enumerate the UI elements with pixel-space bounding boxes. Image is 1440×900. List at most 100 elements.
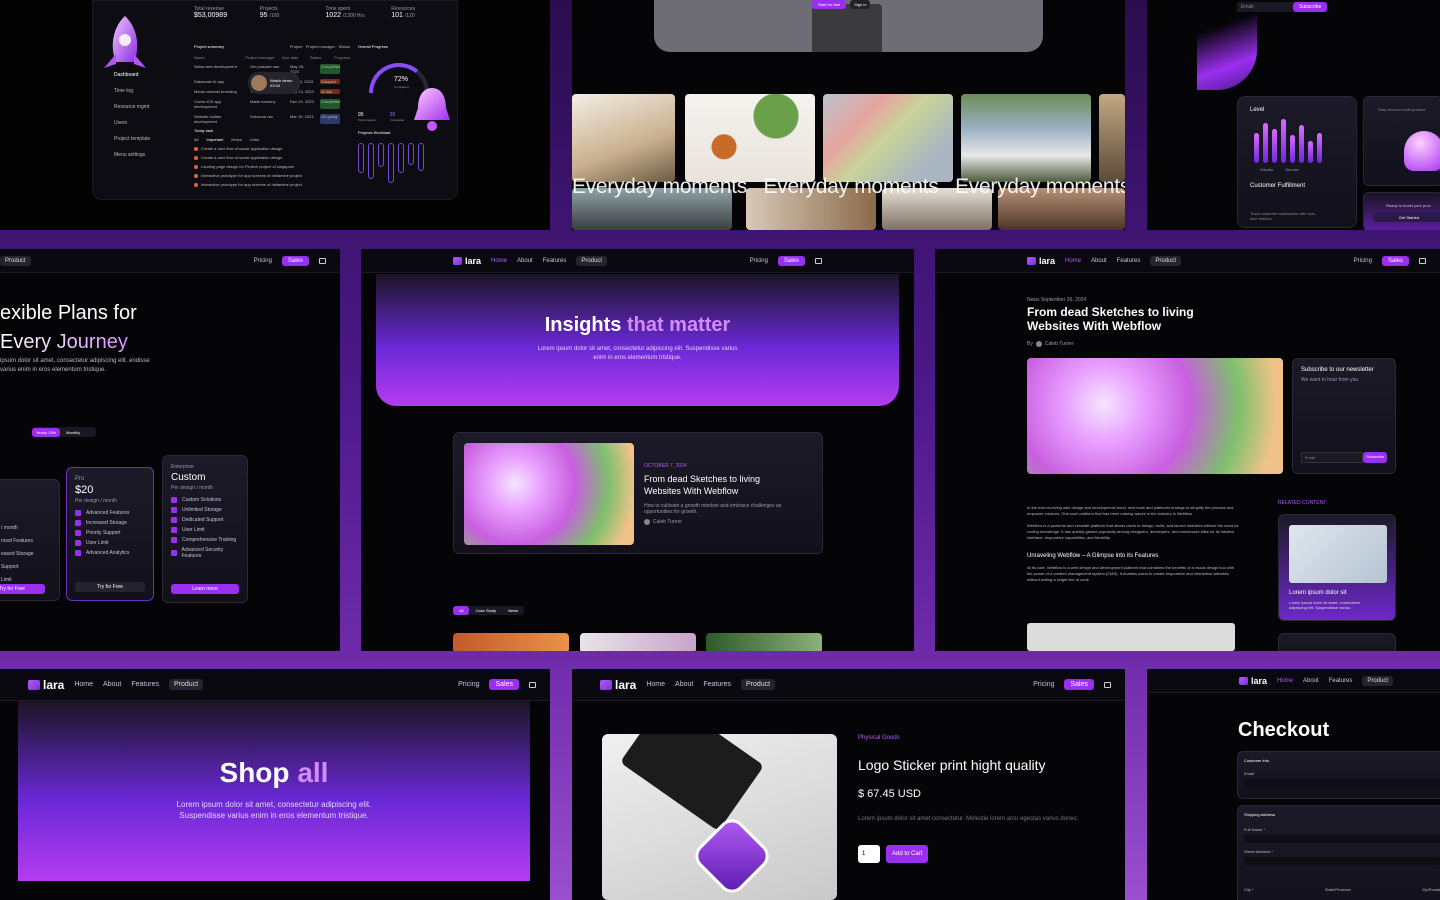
newsletter-email-input[interactable]: Email <box>1301 452 1364 463</box>
sales-button[interactable]: Sales <box>1064 679 1094 690</box>
projects-workload: Projects Workload <box>358 130 448 183</box>
sidebar-item-users[interactable]: Users <box>104 120 144 126</box>
sales-button[interactable]: Sales <box>1381 255 1409 266</box>
cart-icon[interactable] <box>815 257 822 264</box>
table-row[interactable]: Corlax iOS app development Matte hannery D… <box>194 99 350 109</box>
street-field[interactable] <box>1244 857 1440 865</box>
task-item[interactable]: Create a user flow of social application… <box>194 155 350 160</box>
nav-pricing[interactable]: Pricing <box>1354 258 1372 264</box>
sales-button[interactable]: Sales <box>777 255 805 266</box>
nav-home[interactable]: Home <box>74 681 93 688</box>
demo-tooltip[interactable]: Watch demo 03:34 <box>248 72 300 94</box>
cart-icon[interactable] <box>319 257 326 264</box>
plan-feature: Advanced Features <box>75 510 145 516</box>
quantity-input[interactable]: 1 <box>858 845 880 863</box>
product-menu[interactable]: Product <box>1150 255 1182 266</box>
stat-projects: Projects 95 /100 <box>259 6 280 19</box>
project-name: Nelsa web development <box>194 64 237 69</box>
pricing-sub: ipsum dolor sit amet, consectetur adipis… <box>0 358 150 373</box>
task-item[interactable]: Interactive prototype for app screens of… <box>194 182 350 187</box>
full-name-field[interactable] <box>1244 835 1440 843</box>
plan-card-basic: / month nced Features eased Storage Support… <box>0 479 60 601</box>
sidebar-item-dashboard[interactable]: Dashboard <box>104 72 144 78</box>
check-icon <box>75 520 81 526</box>
cart-icon[interactable] <box>1104 681 1111 688</box>
tab-important[interactable]: Important <box>206 137 223 142</box>
brand-logo[interactable]: lara <box>1027 256 1055 266</box>
cart-icon[interactable] <box>1419 257 1426 264</box>
table-row[interactable]: Website builder development Sukumar rao Ma… <box>194 114 350 124</box>
logo-icon <box>1027 256 1036 265</box>
status-badge: Delayed <box>320 79 340 84</box>
email-field[interactable] <box>1244 779 1440 787</box>
post-image <box>464 443 634 545</box>
pro-cta[interactable]: Try for Free <box>75 582 145 592</box>
sales-button[interactable]: Sales <box>489 679 519 690</box>
nav-home[interactable]: Home <box>646 681 665 688</box>
nav-about[interactable]: About <box>103 681 121 688</box>
task-bullet-icon <box>194 182 198 187</box>
nav-features[interactable]: Features <box>1117 258 1141 264</box>
sidebar-item-resource[interactable]: Resource mgmt <box>104 104 164 110</box>
featured-post[interactable]: OCTOBER 7, 2024 From dead Sketches to li… <box>453 432 823 554</box>
nav-home[interactable]: Home <box>491 258 507 264</box>
nav-about[interactable]: About <box>1303 678 1319 684</box>
product-title: Logo Sticker print hight quality <box>858 757 1046 773</box>
nav-features[interactable]: Features <box>543 258 567 264</box>
cart-icon[interactable] <box>529 681 536 688</box>
tab-all[interactable]: All <box>194 137 198 142</box>
nav-pricing[interactable]: Pricing <box>1033 681 1054 688</box>
nav-about[interactable]: About <box>1091 258 1107 264</box>
logo-icon <box>453 256 462 265</box>
subscribe-button[interactable]: Subscribe <box>1293 2 1328 12</box>
nav-pricing[interactable]: Pricing <box>750 258 768 264</box>
newsletter-subscribe[interactable]: Subscribe <box>1363 452 1387 463</box>
get-started-button[interactable]: Get Started <box>1374 213 1440 222</box>
nav-features[interactable]: Features <box>703 681 731 688</box>
product-menu[interactable]: Product <box>1362 675 1394 686</box>
nav-pricing[interactable]: Pricing <box>458 681 479 688</box>
nav-home[interactable]: Home <box>1065 258 1081 264</box>
start-free-button[interactable]: Start for free <box>812 0 847 9</box>
check-icon <box>75 550 81 556</box>
enterprise-cta[interactable]: Learn more <box>171 584 239 594</box>
pricing-panel: Product Pricing Sales exible Plans for E… <box>0 249 340 651</box>
nav-features[interactable]: Features <box>1329 678 1353 684</box>
brand-logo[interactable]: lara <box>1239 676 1267 686</box>
nav-home[interactable]: Home <box>1277 678 1293 684</box>
nav-pricing[interactable]: Pricing <box>254 258 272 264</box>
nav-about[interactable]: About <box>517 258 533 264</box>
email-input[interactable]: Email <box>1237 2 1293 12</box>
task-item[interactable]: Landing page design for Fintech project … <box>194 164 350 169</box>
product-menu[interactable]: Product <box>740 679 776 690</box>
product-desc: Lorem ipsum dolor sit amet consectetur. … <box>858 816 1079 822</box>
tab-links[interactable]: Links <box>250 137 259 142</box>
filter-case-study[interactable]: Case Study <box>469 606 502 615</box>
basic-cta[interactable]: Try for Free <box>0 584 45 594</box>
sales-button[interactable]: Sales <box>281 255 309 266</box>
product-menu[interactable]: Product <box>576 255 608 266</box>
tab-notes[interactable]: Notes <box>231 137 241 142</box>
brand-logo[interactable]: lara <box>453 256 481 266</box>
brand-logo[interactable]: lara <box>28 678 64 692</box>
signin-button[interactable]: Sign in <box>850 0 871 9</box>
product-menu[interactable]: Product <box>0 255 31 266</box>
billing-toggle[interactable]: Yearly 15% Monthly <box>32 427 96 437</box>
nav-about[interactable]: About <box>675 681 693 688</box>
task-item[interactable]: Interactive prototype for app screens of… <box>194 173 350 178</box>
sidebar-item-time-log[interactable]: Time log <box>104 88 144 94</box>
sidebar-item-menu[interactable]: Menu settings <box>104 152 164 158</box>
filter-all[interactable]: All <box>453 606 470 615</box>
filter-news[interactable]: News <box>502 606 524 615</box>
check-icon <box>171 497 177 503</box>
checkout-panel: lara Home About Features Product Checkou… <box>1147 669 1440 900</box>
related-label: RELATED CONTENT <box>1278 500 1327 506</box>
nav-features[interactable]: Features <box>131 681 159 688</box>
product-menu[interactable]: Product <box>168 679 204 690</box>
related-card[interactable]: Lorem ipsum dolor sit Lorem ipsum dolor … <box>1278 514 1396 621</box>
sidebar-item-template[interactable]: Project template <box>104 136 164 142</box>
brand-logo[interactable]: lara <box>600 678 636 692</box>
add-to-cart-button[interactable]: Add to Cart <box>886 845 929 863</box>
moments-caption: Everyday moments Everyday moments Everyd… <box>572 175 1125 198</box>
task-item[interactable]: Create a user flow of social application… <box>194 146 350 151</box>
